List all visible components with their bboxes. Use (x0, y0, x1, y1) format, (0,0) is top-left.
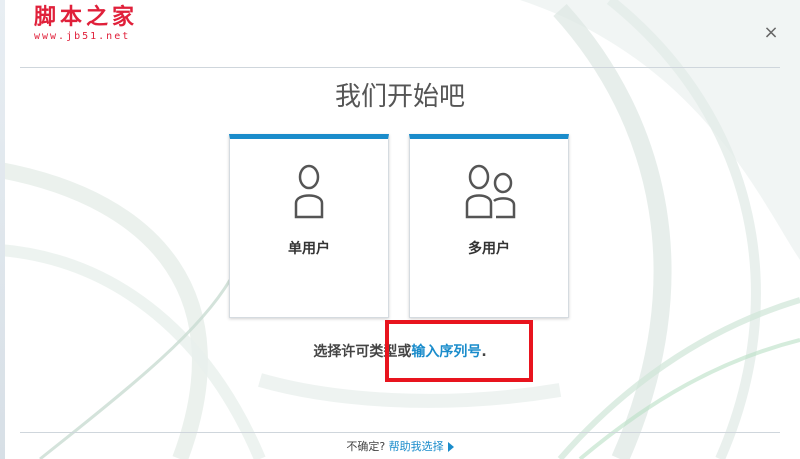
multi-user-icon (465, 164, 516, 219)
background-artwork (0, 0, 800, 459)
single-user-card[interactable]: 单用户 (229, 134, 389, 318)
watermark-title: 脚本之家 (34, 4, 139, 30)
multi-user-label: 多用户 (468, 241, 510, 257)
header-divider (20, 67, 780, 68)
close-button[interactable]: × (762, 24, 780, 42)
footer: 不确定? 帮助我选择 (0, 439, 800, 455)
single-user-icon (294, 164, 324, 219)
page-title: 我们开始吧 (334, 82, 465, 112)
annotation-highlight-box (385, 320, 533, 382)
site-watermark: 脚本之家 www.jb51.net (34, 4, 164, 48)
window-left-edge (0, 0, 5, 459)
footer-question: 不确定? (346, 440, 386, 453)
multi-user-card[interactable]: 多用户 (409, 134, 569, 318)
license-dialog: 脚本之家 www.jb51.net × 我们开始吧 单用户 多用户 选择许可类型… (0, 0, 800, 459)
footer-divider (20, 432, 780, 433)
watermark-url: www.jb51.net (34, 31, 131, 42)
arrow-right-icon[interactable] (447, 442, 454, 452)
single-user-label: 单用户 (288, 241, 330, 257)
help-me-choose-link[interactable]: 帮助我选择 (389, 440, 444, 453)
